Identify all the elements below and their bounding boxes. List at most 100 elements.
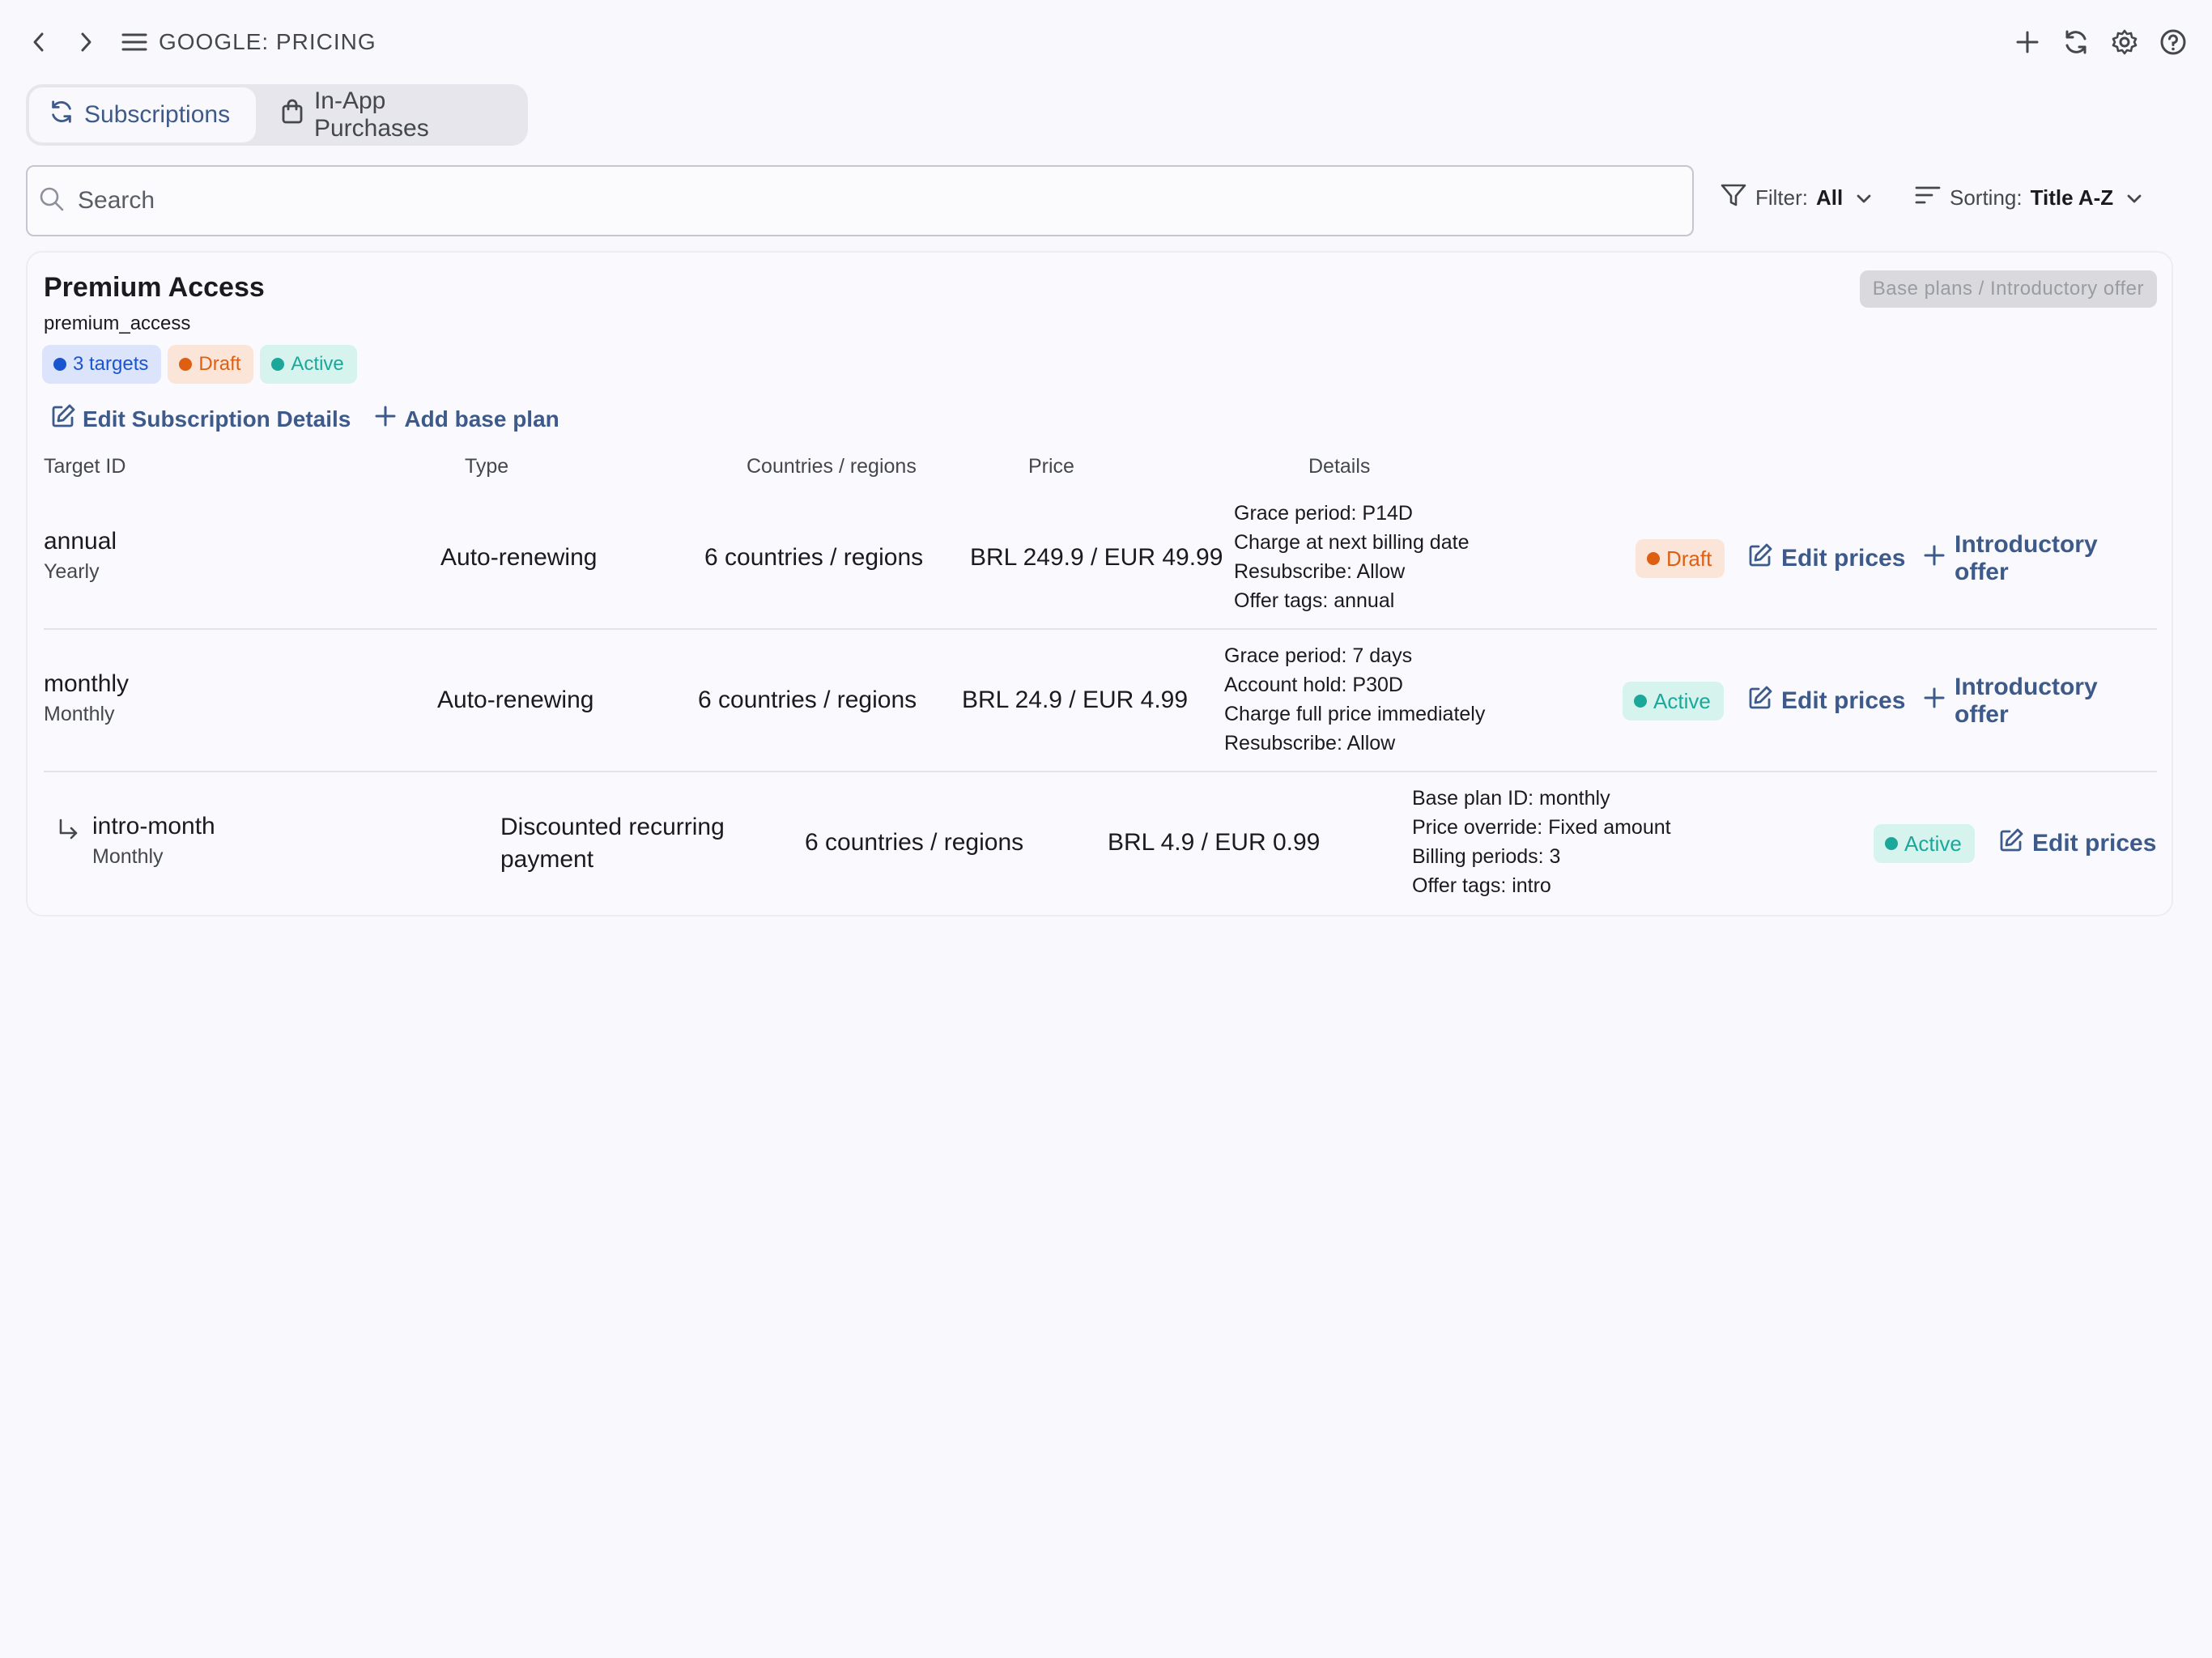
edit-icon xyxy=(50,403,76,435)
edit-prices-button[interactable]: Edit prices xyxy=(1747,539,1905,578)
plan-type: Auto-renewing xyxy=(437,687,594,713)
detail-line: Grace period: P14D xyxy=(1234,502,1413,525)
sorting-label: Sorting: xyxy=(1950,185,2023,210)
settings-gear-icon[interactable] xyxy=(2108,24,2141,60)
sorting-dropdown[interactable]: Sorting: Title A-Z xyxy=(1914,178,2142,217)
active-label: Active xyxy=(291,353,344,375)
plan-type: Auto-renewing xyxy=(440,544,598,571)
status-badge: Draft xyxy=(1636,539,1725,578)
price: BRL 4.9 / EUR 0.99 xyxy=(1108,829,1321,856)
page-title: GOOGLE: PRICING xyxy=(159,29,376,54)
targets-label: 3 targets xyxy=(73,353,149,375)
add-base-plan-button[interactable]: Add base plan xyxy=(373,403,559,435)
edit-prices-label: Edit prices xyxy=(1781,545,1906,572)
plus-icon xyxy=(1922,543,1946,574)
introductory-offer-button[interactable]: Introductory offer xyxy=(1922,674,2157,728)
edit-icon xyxy=(1998,827,2024,860)
targets-badge: 3 targets xyxy=(42,345,162,384)
product-title: Premium Access xyxy=(44,272,265,303)
introductory-offer-label: Introductory offer xyxy=(1955,674,2098,728)
draft-badge: Draft xyxy=(168,345,254,384)
back-icon[interactable] xyxy=(24,26,53,58)
table-row: annual Yearly Auto-renewing 6 countries … xyxy=(44,487,2157,630)
filter-value: All xyxy=(1816,185,1844,210)
sort-lines-icon xyxy=(1914,184,1942,212)
detail-line: Base plan ID: monthly xyxy=(1412,787,1610,810)
status-label: Draft xyxy=(1666,546,1712,571)
plus-icon xyxy=(373,404,398,434)
help-icon[interactable] xyxy=(2157,24,2189,60)
chevron-down-icon xyxy=(1856,185,1872,210)
status-dot xyxy=(1885,837,1898,850)
status-chips: 3 targets Draft Active xyxy=(42,345,357,384)
subscription-card: Premium Access premium_access Base plans… xyxy=(26,251,2173,916)
add-icon[interactable] xyxy=(2011,24,2044,60)
edit-prices-button[interactable]: Edit prices xyxy=(1998,824,2156,863)
detail-line: Grace period: 7 days xyxy=(1224,644,1413,667)
product-id: premium_access xyxy=(44,312,191,334)
edit-subscription-details-label: Edit Subscription Details xyxy=(83,406,351,432)
search-input[interactable] xyxy=(78,187,1616,215)
status-dot xyxy=(1647,552,1660,565)
sorting-value: Title A-Z xyxy=(2030,185,2114,210)
plan-type-line: payment xyxy=(500,846,594,873)
sub-item-arrow-icon xyxy=(57,818,81,846)
status-label: Active xyxy=(1653,688,1711,713)
table-row: monthly Monthly Auto-renewing 6 countrie… xyxy=(44,630,2157,772)
status-dot xyxy=(271,358,285,371)
filter-dropdown[interactable]: Filter: All xyxy=(1720,178,1872,217)
column-header-target-id: Target ID xyxy=(44,455,126,478)
filter-funnel-icon xyxy=(1720,182,1747,214)
status-dot xyxy=(1634,695,1647,708)
status-dot xyxy=(53,358,66,371)
countries-regions: 6 countries / regions xyxy=(704,544,924,571)
status-label: Active xyxy=(1904,831,1962,856)
tab-in-app-purchases[interactable]: In-App Purchases xyxy=(256,87,525,142)
shopping-bag-icon xyxy=(280,99,304,131)
status-dot xyxy=(179,358,193,371)
edit-subscription-details-button[interactable]: Edit Subscription Details xyxy=(50,403,351,435)
detail-line: Offer tags: intro xyxy=(1412,874,1551,897)
edit-prices-label: Edit prices xyxy=(1781,687,1906,714)
tab-subscriptions[interactable]: Subscriptions xyxy=(29,87,256,142)
plan-type: Discounted recurring payment xyxy=(500,811,725,876)
segmented-tabs: Subscriptions In-App Purchases xyxy=(26,84,528,146)
column-header-type: Type xyxy=(465,455,509,478)
target-id: annual xyxy=(44,528,117,555)
column-header-price: Price xyxy=(1028,455,1074,478)
target-id: monthly xyxy=(44,670,130,697)
detail-line: Charge full price immediately xyxy=(1224,703,1486,725)
detail-line: Resubscribe: Allow xyxy=(1224,732,1396,755)
detail-line: Offer tags: annual xyxy=(1234,589,1395,612)
introductory-offer-label: Introductory offer xyxy=(1955,531,2098,585)
introductory-offer-button[interactable]: Introductory offer xyxy=(1922,531,2157,585)
top-bar: GOOGLE: PRICING xyxy=(0,0,2212,84)
detail-line: Resubscribe: Allow xyxy=(1234,560,1406,583)
add-base-plan-label: Add base plan xyxy=(404,406,559,432)
billing-period: Monthly xyxy=(44,703,115,725)
detail-line: Charge at next billing date xyxy=(1234,531,1470,554)
table-row: intro-month Monthly Discounted recurring… xyxy=(44,772,2157,915)
menu-icon[interactable] xyxy=(120,28,149,57)
edit-prices-button[interactable]: Edit prices xyxy=(1747,682,1905,721)
detail-line: Account hold: P30D xyxy=(1224,674,1403,696)
price: BRL 24.9 / EUR 4.99 xyxy=(962,687,1189,713)
search-box xyxy=(26,165,1694,236)
billing-period: Yearly xyxy=(44,560,100,583)
status-badge: Active xyxy=(1623,682,1724,721)
edit-icon xyxy=(1747,685,1773,717)
refresh-icon xyxy=(49,99,74,131)
forward-icon[interactable] xyxy=(71,26,100,58)
tab-label: Subscriptions xyxy=(84,101,231,128)
offer-type-badge: Base plans / Introductory offer xyxy=(1859,270,2157,308)
sync-icon[interactable] xyxy=(2060,24,2092,60)
edit-prices-label: Edit prices xyxy=(2032,830,2157,857)
draft-label: Draft xyxy=(198,353,241,375)
search-icon xyxy=(39,186,65,216)
plus-icon xyxy=(1922,686,1946,716)
column-header-countries: Countries / regions xyxy=(747,455,917,478)
detail-line: Price override: Fixed amount xyxy=(1412,816,1671,839)
plan-type-line: Discounted recurring xyxy=(500,814,725,840)
filter-label: Filter: xyxy=(1755,185,1808,210)
chevron-down-icon xyxy=(2126,185,2142,210)
